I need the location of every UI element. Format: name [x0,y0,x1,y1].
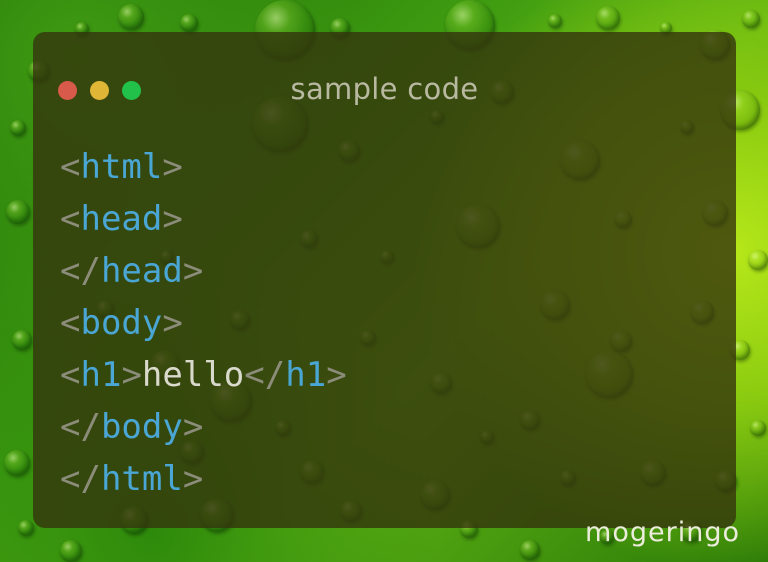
code-line: <h1>hello</h1> [60,349,347,401]
water-drop [750,420,766,436]
water-drop [12,330,32,350]
watermark: mogeringo [585,517,740,548]
code-punctuation: > [121,355,142,395]
code-text: hello [141,355,245,395]
code-tag-name: head [80,199,163,239]
code-punctuation: > [182,459,204,499]
code-tag-name: html [80,147,163,187]
code-punctuation: </ [60,459,101,499]
water-drop [118,4,144,30]
code-tag-name: body [100,407,183,447]
code-line: <head> [60,193,347,245]
code-punctuation: </ [60,407,101,447]
code-punctuation: > [182,407,204,447]
water-drop [18,520,34,536]
code-tag-name: h1 [285,355,327,395]
code-punctuation: < [60,303,81,343]
code-tag-name: head [100,251,183,291]
code-punctuation: </ [244,355,286,395]
code-punctuation: > [326,355,347,395]
code-line: <html> [60,141,347,193]
code-punctuation: > [162,147,183,187]
code-tag-name: html [100,459,183,499]
water-drop [60,540,82,562]
code-line: <body> [60,297,347,349]
water-drop [548,14,562,28]
water-drop [520,540,540,560]
code-block: <html> <head> </head> <body> <h1>hello</h1> <… [60,141,347,505]
code-punctuation: > [182,251,204,291]
code-tag-name: body [80,303,163,343]
water-drop [748,250,768,270]
code-tag-name: h1 [80,355,122,395]
code-punctuation: > [162,303,183,343]
code-punctuation: </ [60,251,101,291]
water-drop [10,120,26,136]
code-punctuation: < [60,199,81,239]
water-drop [596,6,620,30]
window-title: sample code [290,72,479,106]
water-drop [4,450,30,476]
code-punctuation: > [162,199,183,239]
code-line: </html> [60,453,347,505]
code-window: sample code <html> <head> </head> <body> <h1… [33,32,736,528]
code-punctuation: < [60,147,81,187]
water-drop [180,14,198,32]
code-punctuation: < [60,355,81,395]
water-drop [6,200,30,224]
water-drop [742,10,760,28]
code-line: </body> [60,401,347,453]
code-line: </head> [60,245,347,297]
